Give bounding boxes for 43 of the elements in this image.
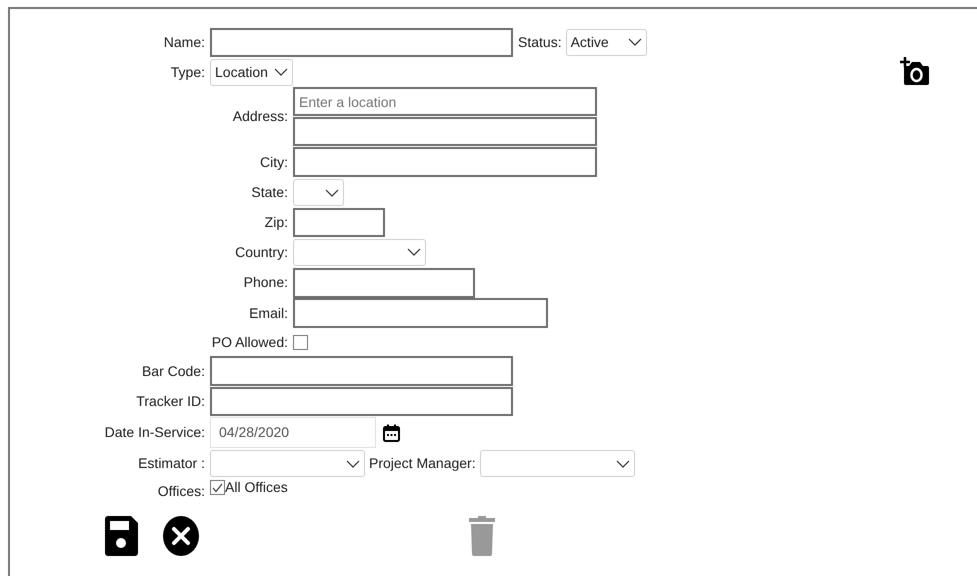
- checkbox[interactable]: [210, 480, 225, 495]
- calendar-icon[interactable]: [383, 424, 400, 442]
- field-label: Email:: [249, 304, 288, 322]
- chevron-down-icon: [346, 460, 360, 468]
- chevron-down-icon: [325, 188, 339, 196]
- field-label: Project Manager:: [369, 454, 476, 473]
- field-label: Type:: [170, 62, 205, 82]
- text-field[interactable]: [293, 147, 597, 177]
- chevron-down-icon: [616, 460, 630, 468]
- field-label: PO Allowed:: [212, 332, 288, 352]
- chevron-down-icon: [628, 38, 642, 46]
- text-field[interactable]: [293, 117, 597, 146]
- field-label: Tracker ID:: [136, 392, 205, 410]
- text-field[interactable]: Enter a location: [293, 87, 597, 116]
- text-field[interactable]: [210, 386, 513, 416]
- dropdown[interactable]: Active: [566, 28, 647, 56]
- trash-icon[interactable]: [469, 516, 495, 556]
- save-icon[interactable]: [105, 516, 138, 556]
- field-label: Offices:: [158, 482, 205, 500]
- field-label: Bar Code:: [142, 362, 205, 380]
- field-label: Date In-Service:: [104, 423, 205, 442]
- date-field[interactable]: 04/28/2020: [210, 417, 376, 448]
- field-label: City:: [260, 152, 288, 172]
- field-label: Country:: [235, 242, 288, 262]
- close-icon[interactable]: [163, 516, 199, 556]
- field-label: Zip:: [264, 212, 288, 232]
- add-camera-icon[interactable]: [900, 57, 929, 85]
- text-field[interactable]: [293, 268, 475, 298]
- field-label: Phone:: [244, 273, 288, 292]
- checkbox-label: All Offices: [225, 480, 288, 495]
- dropdown[interactable]: Location: [210, 58, 293, 86]
- field-label: State:: [251, 183, 288, 202]
- text-field[interactable]: [293, 298, 548, 328]
- field-label: Estimator :: [138, 454, 205, 473]
- chevron-down-icon: [407, 248, 421, 256]
- text-field[interactable]: [210, 28, 513, 56]
- field-label: Status:: [518, 32, 562, 52]
- field-label: Address:: [232, 107, 288, 126]
- chevron-down-icon: [274, 68, 288, 76]
- text-field[interactable]: [293, 208, 385, 236]
- field-label: Name:: [164, 32, 205, 52]
- text-field[interactable]: [210, 356, 513, 386]
- checkbox[interactable]: [293, 334, 308, 350]
